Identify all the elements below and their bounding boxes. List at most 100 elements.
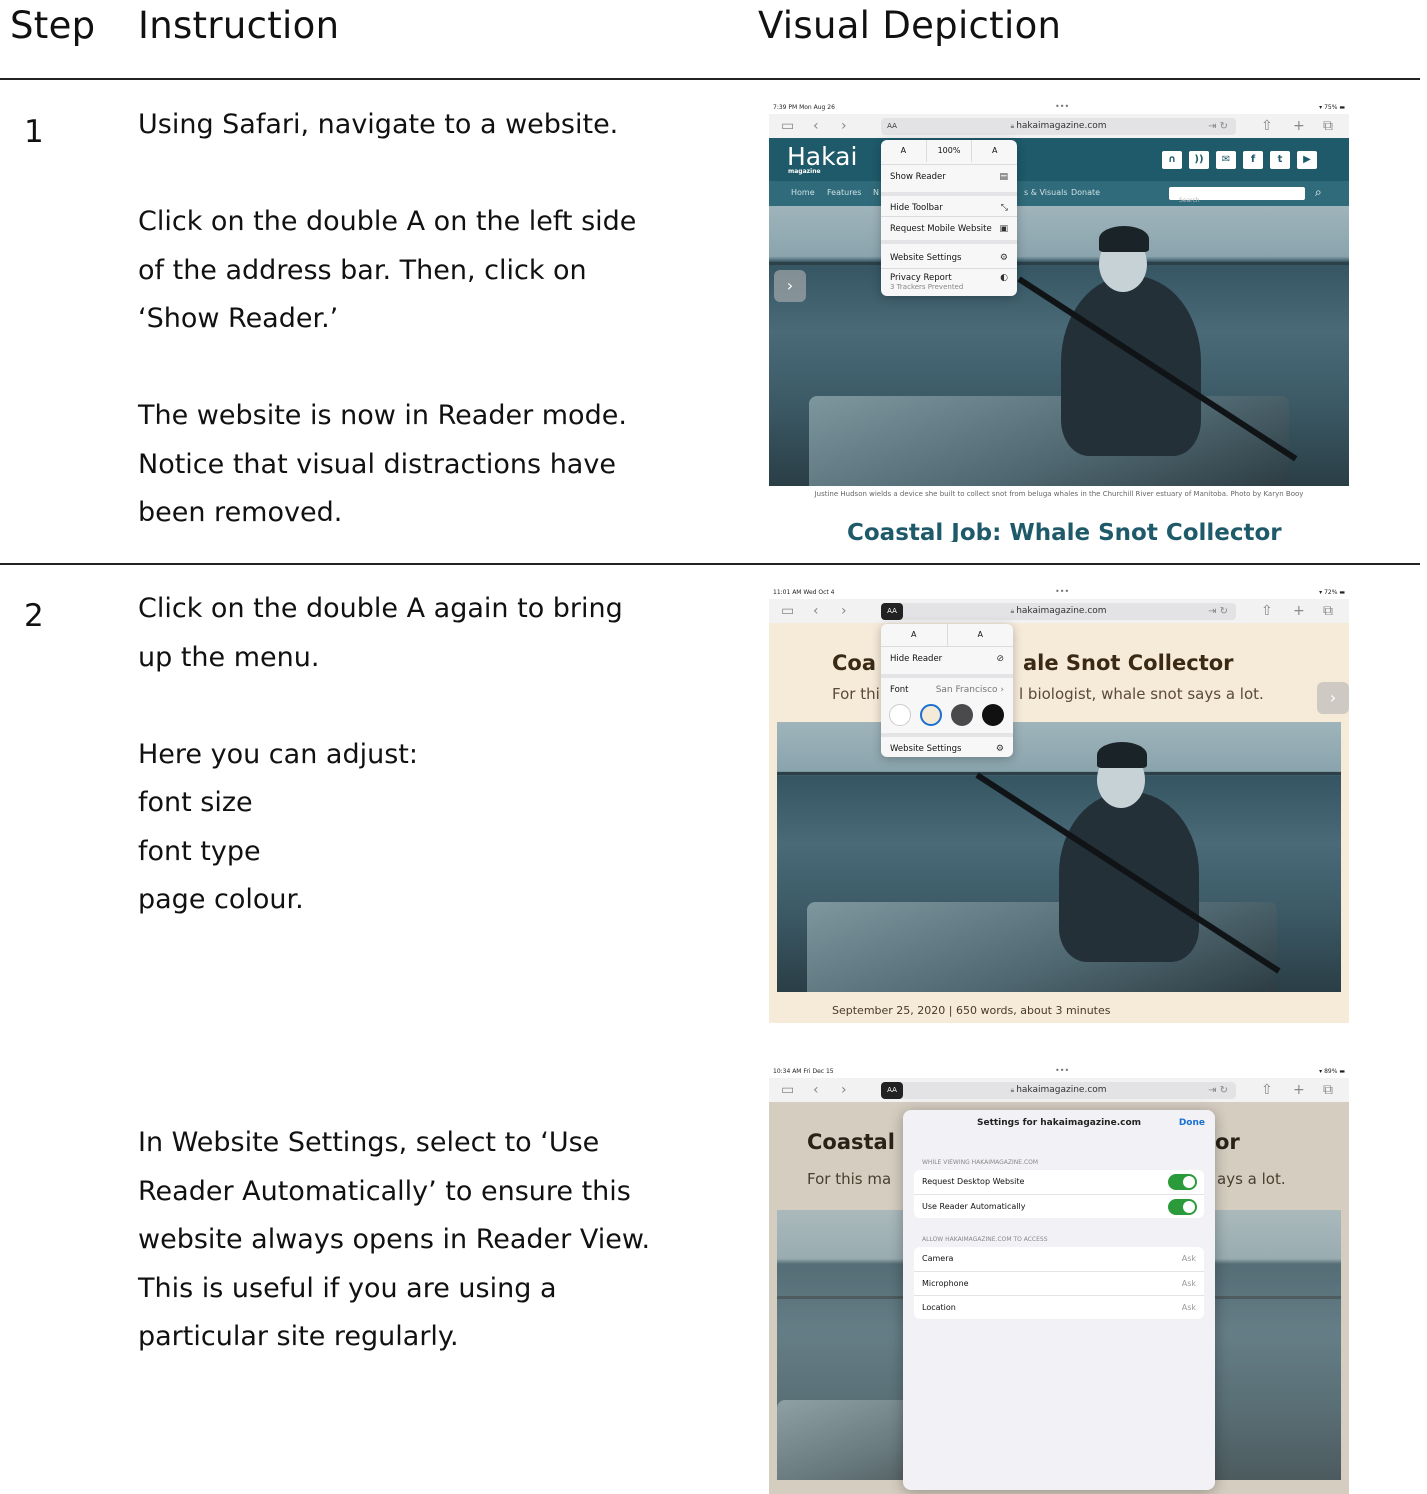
forward-icon[interactable]: › <box>841 603 847 619</box>
gallery-next-arrow[interactable]: › <box>774 270 806 302</box>
back-icon[interactable]: ‹ <box>813 603 819 619</box>
nav-home[interactable]: Home <box>791 188 815 197</box>
share-icon[interactable]: ⇧ <box>1261 118 1273 134</box>
share-icon[interactable]: ⇧ <box>1261 1082 1273 1098</box>
back-icon[interactable]: ‹ <box>813 1082 819 1098</box>
toggle-label: Use Reader Automatically <box>922 1202 1026 1211</box>
address-bar[interactable]: 🔒︎ hakaimagazine.com AA ⇥ ↻ <box>881 118 1236 135</box>
forward-icon[interactable]: › <box>841 1082 847 1098</box>
menu-label: Hide Toolbar <box>890 203 943 213</box>
aa-button[interactable]: AA <box>881 603 903 620</box>
decrease-text-size-button[interactable]: A <box>881 624 948 646</box>
sidebar-icon[interactable]: ▭ <box>781 118 794 134</box>
menu-label: Hide Reader <box>890 654 943 664</box>
permission-label: Camera <box>922 1254 954 1263</box>
safari-toolbar: ▭ ‹ › 🔒︎ hakaimagazine.com AA ⇥ ↻ ⇧ + ⧉ <box>769 1078 1349 1102</box>
menu-item-show-reader[interactable]: Show Reader ▤ <box>881 164 1017 188</box>
forward-icon[interactable]: › <box>841 118 847 134</box>
nav-visuals[interactable]: s & Visuals <box>1024 188 1068 197</box>
use-reader-automatically-toggle[interactable] <box>1168 1199 1197 1215</box>
tabs-icon[interactable]: ⧉ <box>1323 1082 1333 1098</box>
status-bar: 11:01 AM Wed Oct 4 ••• ▾ 72% ▬ <box>769 587 1349 599</box>
step-number-1: 1 <box>24 114 44 150</box>
decrease-text-size-button[interactable]: A <box>881 140 927 162</box>
menu-item-hide-reader[interactable]: Hide Reader ⊘ <box>881 646 1013 670</box>
permission-camera-row[interactable]: Camera Ask <box>914 1247 1204 1271</box>
menu-item-hide-toolbar[interactable]: Hide Toolbar ⤡ <box>881 192 1017 216</box>
reader-off-icon: ⊘ <box>996 654 1004 664</box>
permission-location-row[interactable]: Location Ask <box>914 1295 1204 1319</box>
address-bar[interactable]: 🔒︎ hakaimagazine.com AA ⇥ ↻ <box>881 603 1236 620</box>
increase-text-size-button[interactable]: A <box>972 140 1017 162</box>
nav-features[interactable]: Features <box>827 188 861 197</box>
use-reader-automatically-row[interactable]: Use Reader Automatically <box>914 1194 1204 1218</box>
headphones-icon[interactable]: ∩ <box>1162 151 1182 169</box>
twitter-icon[interactable]: t <box>1270 151 1290 169</box>
font-value: San Francisco › <box>935 685 1004 695</box>
nav-donate[interactable]: Donate <box>1071 188 1100 197</box>
youtube-icon[interactable]: ▶ <box>1297 151 1317 169</box>
photo-person <box>1061 276 1201 456</box>
menu-label: Privacy Report <box>890 273 952 283</box>
header-instruction: Instruction <box>138 4 340 47</box>
status-bar: 7:39 PM Mon Aug 26 ••• ▾ 75% ▬ <box>769 102 1349 114</box>
reload-icon[interactable]: ⇥ ↻ <box>1208 1082 1228 1099</box>
permission-value: Ask <box>1181 1279 1196 1288</box>
address-bar[interactable]: 🔒︎ hakaimagazine.com AA ⇥ ↻ <box>881 1082 1236 1099</box>
request-desktop-toggle[interactable] <box>1168 1174 1197 1190</box>
permission-microphone-row[interactable]: Microphone Ask <box>914 1271 1204 1295</box>
menu-item-request-mobile[interactable]: Request Mobile Website ▣ <box>881 216 1017 240</box>
mobile-icon: ▣ <box>999 224 1008 234</box>
facebook-icon[interactable]: f <box>1243 151 1263 169</box>
tabs-icon[interactable]: ⧉ <box>1323 603 1333 619</box>
photo-hat <box>1097 742 1147 768</box>
search-icon[interactable]: ⌕ <box>1315 185 1322 200</box>
aa-menu: A 100% A Show Reader ▤ Hide Toolbar ⤡ Requ… <box>881 140 1017 296</box>
request-desktop-row[interactable]: Request Desktop Website <box>914 1170 1204 1194</box>
reload-icon[interactable]: ⇥ ↻ <box>1208 118 1228 135</box>
photo-horizon <box>777 772 1341 775</box>
viewing-options-group: Request Desktop Website Use Reader Autom… <box>914 1170 1204 1218</box>
screenshot-step-1: 7:39 PM Mon Aug 26 ••• ▾ 75% ▬ ▭ ‹ › 🔒︎ h… <box>769 102 1349 542</box>
swatch-white[interactable] <box>889 704 911 726</box>
menu-item-privacy-report[interactable]: Privacy Report 3 Trackers Prevented ◐ <box>881 268 1017 296</box>
swatch-sepia[interactable] <box>920 704 942 726</box>
sidebar-icon[interactable]: ▭ <box>781 603 794 619</box>
reload-icon[interactable]: ⇥ ↻ <box>1208 603 1228 620</box>
new-tab-icon[interactable]: + <box>1293 603 1305 619</box>
text-size-row: A 100% A <box>881 140 1017 162</box>
increase-text-size-button[interactable]: A <box>948 624 1014 646</box>
back-icon[interactable]: ‹ <box>813 118 819 134</box>
aa-button[interactable]: AA <box>881 118 903 135</box>
text-size-row: A A <box>881 624 1013 646</box>
url-text: 🔒︎ hakaimagazine.com <box>881 1082 1236 1099</box>
nav-news[interactable]: N <box>873 188 879 197</box>
site-logo[interactable]: Hakai <box>787 142 857 171</box>
share-icon[interactable]: ⇧ <box>1261 603 1273 619</box>
menu-item-website-settings[interactable]: Website Settings ⚙ <box>881 240 1017 268</box>
aa-reader-menu: A A Hide Reader ⊘ Font San Francisco › We… <box>881 624 1013 757</box>
gallery-next-arrow[interactable]: › <box>1317 682 1349 714</box>
new-tab-icon[interactable]: + <box>1293 1082 1305 1098</box>
new-tab-icon[interactable]: + <box>1293 118 1305 134</box>
tabs-icon[interactable]: ⧉ <box>1323 118 1333 134</box>
swatch-black[interactable] <box>982 704 1004 726</box>
rss-icon[interactable]: )) <box>1189 151 1209 169</box>
reader-icon: ▤ <box>999 172 1008 182</box>
social-links: ∩ )) ✉ f t ▶ <box>1162 151 1317 169</box>
swatch-gray[interactable] <box>951 704 973 726</box>
site-search-input[interactable]: Search <box>1169 187 1305 204</box>
photo-hat <box>1099 226 1149 252</box>
reader-subtitle-right: ays a lot. <box>1217 1170 1286 1188</box>
done-button[interactable]: Done <box>1179 1118 1205 1128</box>
safari-toolbar: ▭ ‹ › 🔒︎ hakaimagazine.com AA ⇥ ↻ ⇧ + ⧉ <box>769 599 1349 623</box>
reader-photo <box>777 722 1341 992</box>
menu-item-website-settings[interactable]: Website Settings ⚙ <box>881 733 1013 757</box>
aa-button[interactable]: AA <box>881 1082 903 1099</box>
status-time: 11:01 AM Wed Oct 4 <box>773 589 835 596</box>
mail-icon[interactable]: ✉ <box>1216 151 1236 169</box>
sidebar-icon[interactable]: ▭ <box>781 1082 794 1098</box>
permission-value: Ask <box>1181 1254 1196 1263</box>
url-text: 🔒︎ hakaimagazine.com <box>881 118 1236 135</box>
menu-item-font[interactable]: Font San Francisco › <box>881 674 1013 698</box>
